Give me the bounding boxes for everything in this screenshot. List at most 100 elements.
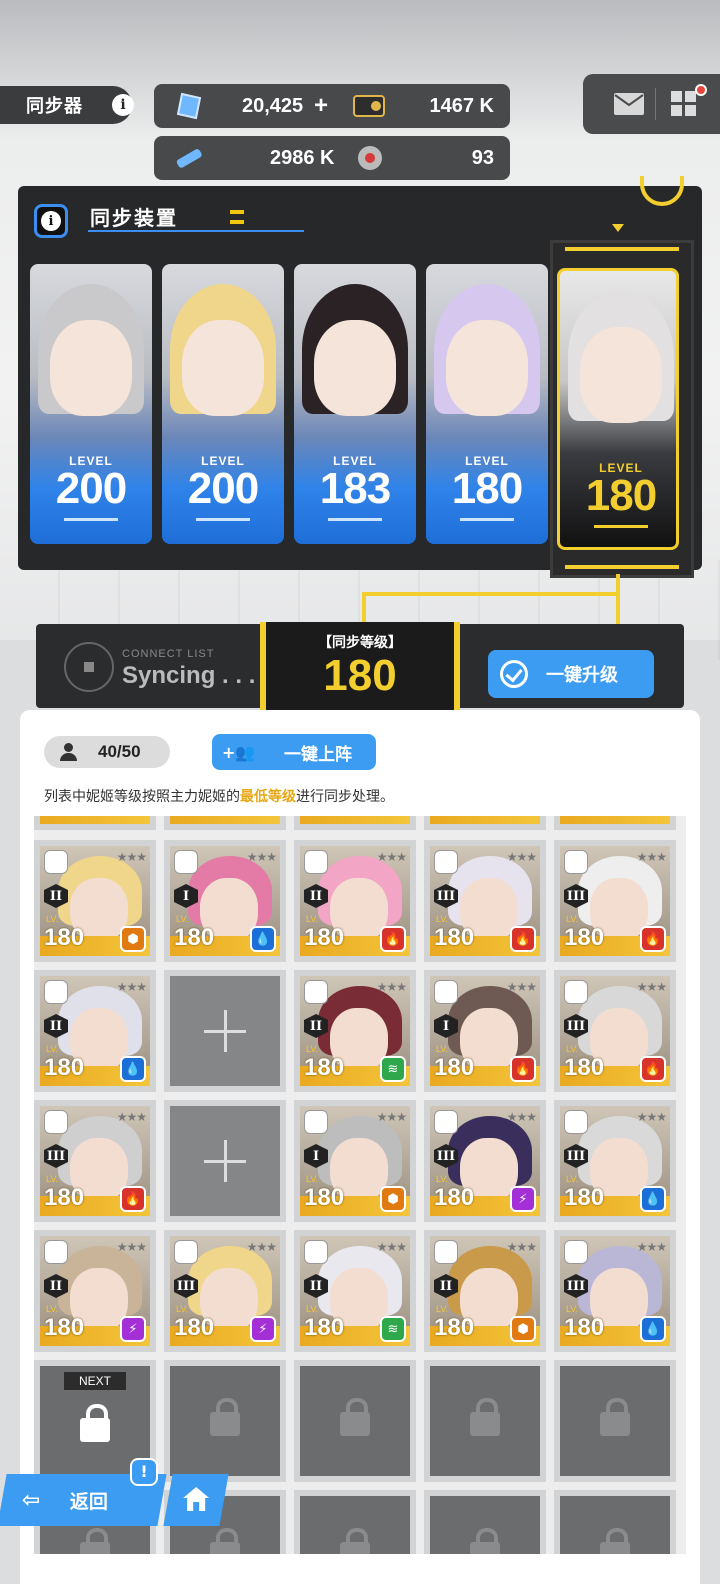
lv-label: LV.: [176, 1304, 189, 1314]
slot-count-value: 40/50: [98, 742, 141, 761]
lock-icon: [470, 1398, 500, 1436]
level-underline: [594, 525, 648, 528]
lock-icon: [210, 1398, 240, 1436]
nikke-face: [314, 320, 396, 416]
nikke-slot[interactable]: III LV. 180 ★★★ 🔥: [554, 970, 676, 1092]
electric-element-icon: ⚡: [250, 1316, 276, 1342]
locked-slot-partial[interactable]: [424, 1490, 546, 1554]
water-element-icon: 💧: [640, 1316, 666, 1342]
nikke-card[interactable]: LEVEL 200: [30, 264, 152, 544]
locked-slot-partial[interactable]: [554, 1490, 676, 1554]
nikke-slot[interactable]: I LV. 180 ★★★ ⬢: [294, 1100, 416, 1222]
gems-plus-button[interactable]: +: [314, 84, 328, 128]
panel-info-icon[interactable]: i: [34, 204, 68, 238]
locked-slot-partial[interactable]: [294, 1490, 416, 1554]
nikke-card[interactable]: LEVEL 200: [162, 264, 284, 544]
resource-bar-bottom: 2986 K 93: [154, 136, 510, 180]
one-click-deploy-button[interactable]: +👥 一键上阵: [212, 734, 376, 770]
nikke-slot-partial[interactable]: [294, 816, 416, 830]
nikke-slot[interactable]: II LV. 180 ★★★ ⚡: [34, 1230, 156, 1352]
slot-inner: II LV. 180 ★★★ 🔥: [300, 846, 410, 956]
fire-element-icon: 🔥: [120, 1186, 146, 1212]
weapon-class-icon: [564, 1110, 588, 1134]
nikke-slot[interactable]: III LV. 180 ★★★ 🔥: [424, 840, 546, 962]
nikke-slot[interactable]: III LV. 180 ★★★ 💧: [554, 1230, 676, 1352]
water-element-icon: 💧: [120, 1056, 146, 1082]
nikke-slot[interactable]: I LV. 180 ★★★ 💧: [164, 840, 286, 962]
nikke-slot[interactable]: III LV. 180 ★★★ 🔥: [34, 1100, 156, 1222]
grid-menu-icon[interactable]: [671, 91, 697, 117]
slot-inner: III LV. 180 ★★★ 💧: [560, 1236, 670, 1346]
nikke-grid[interactable]: II LV. 180 ★★★ ⬢ I LV. 180 ★★★ 💧 II LV. 180 ★★★ 🔥 III LV…: [34, 816, 686, 1554]
level-underline: [196, 518, 250, 521]
plus-icon: [224, 1140, 227, 1182]
nikke-slot[interactable]: II LV. 180 ★★★ ≋: [294, 1230, 416, 1352]
home-button[interactable]: [163, 1474, 229, 1526]
nikke-card[interactable]: LEVEL 180: [426, 264, 548, 544]
locked-slot[interactable]: [424, 1360, 546, 1482]
star-icon: ★★★: [116, 980, 147, 994]
nikke-slot[interactable]: II LV. 180 ★★★ ⬢: [424, 1230, 546, 1352]
electric-element-icon: ⚡: [120, 1316, 146, 1342]
wind-element-icon: ≋: [380, 1056, 406, 1082]
main-nikke-card[interactable]: LEVEL 180: [557, 268, 679, 550]
nikke-level: 180: [434, 924, 475, 951]
star-icon: ★★★: [636, 1110, 667, 1124]
lv-label: LV.: [566, 1304, 579, 1314]
info-icon[interactable]: i: [112, 94, 134, 116]
slot-inner: [40, 816, 150, 824]
gem-icon: [176, 92, 202, 120]
add-nikke-slot[interactable]: [164, 970, 286, 1092]
nikke-slot[interactable]: II LV. 180 ★★★ 🔥: [294, 840, 416, 962]
star-icon: ★★★: [506, 1240, 537, 1254]
level-underline: [64, 518, 118, 521]
nikke-slot[interactable]: III LV. 180 ★★★ ⚡: [164, 1230, 286, 1352]
core-dust-icon: [358, 146, 382, 170]
slot-inner: II LV. 180 ★★★ ⚡: [40, 1236, 150, 1346]
nikke-level: 180: [434, 1184, 475, 1211]
lv-label: LV.: [176, 914, 189, 924]
nikke-slot-partial[interactable]: [34, 816, 156, 830]
connector-vert: [616, 574, 620, 594]
slot-inner: [560, 1496, 670, 1554]
alert-badge[interactable]: !: [130, 1458, 158, 1486]
slot-inner: III LV. 180 ★★★ 🔥: [40, 1106, 150, 1216]
level-strip: [170, 816, 280, 824]
sync-level-box: 【同步等级】 180: [260, 622, 460, 710]
level-value: 180: [451, 464, 523, 513]
nikke-slot-partial[interactable]: [424, 816, 546, 830]
nikke-slot-partial[interactable]: [164, 816, 286, 830]
nikke-slot[interactable]: III LV. 180 ★★★ 💧: [554, 1100, 676, 1222]
mail-icon[interactable]: [613, 92, 645, 116]
nikke-slot[interactable]: III LV. 180 ★★★ 🔥: [554, 840, 676, 962]
add-nikke-slot[interactable]: [164, 1100, 286, 1222]
lv-label: LV.: [46, 1044, 59, 1054]
slot-inner: [170, 1366, 280, 1476]
fire-element-icon: 🔥: [640, 926, 666, 952]
nikke-slot[interactable]: I LV. 180 ★★★ 🔥: [424, 970, 546, 1092]
slot-inner: II LV. 180 ★★★ 💧: [40, 976, 150, 1086]
locked-slot[interactable]: [294, 1360, 416, 1482]
nikke-slot[interactable]: II LV. 180 ★★★ ≋: [294, 970, 416, 1092]
lv-label: LV.: [436, 914, 449, 924]
star-icon: ★★★: [116, 850, 147, 864]
locked-slot[interactable]: [164, 1360, 286, 1482]
one-click-upgrade-button[interactable]: 一键升级: [488, 650, 654, 698]
lv-label: LV.: [306, 1044, 319, 1054]
nikke-slot[interactable]: II LV. 180 ★★★ ⬢: [34, 840, 156, 962]
slot-inner: [300, 1496, 410, 1554]
nikke-level: 180: [564, 924, 605, 951]
nikke-slot-partial[interactable]: [554, 816, 676, 830]
nikke-slot[interactable]: III LV. 180 ★★★ ⚡: [424, 1100, 546, 1222]
lock-icon: [80, 1528, 110, 1554]
weapon-class-icon: [44, 1240, 68, 1264]
weapon-class-icon: [44, 980, 68, 1004]
slot-inner: II LV. 180 ★★★ ⬢: [40, 846, 150, 956]
slot-inner: [170, 816, 280, 824]
slot-inner: [430, 1366, 540, 1476]
nikke-slot[interactable]: II LV. 180 ★★★ 💧: [34, 970, 156, 1092]
add-people-icon: +👥: [222, 742, 256, 762]
electric-element-icon: ⚡: [510, 1186, 536, 1212]
locked-slot[interactable]: [554, 1360, 676, 1482]
nikke-card[interactable]: LEVEL 183: [294, 264, 416, 544]
